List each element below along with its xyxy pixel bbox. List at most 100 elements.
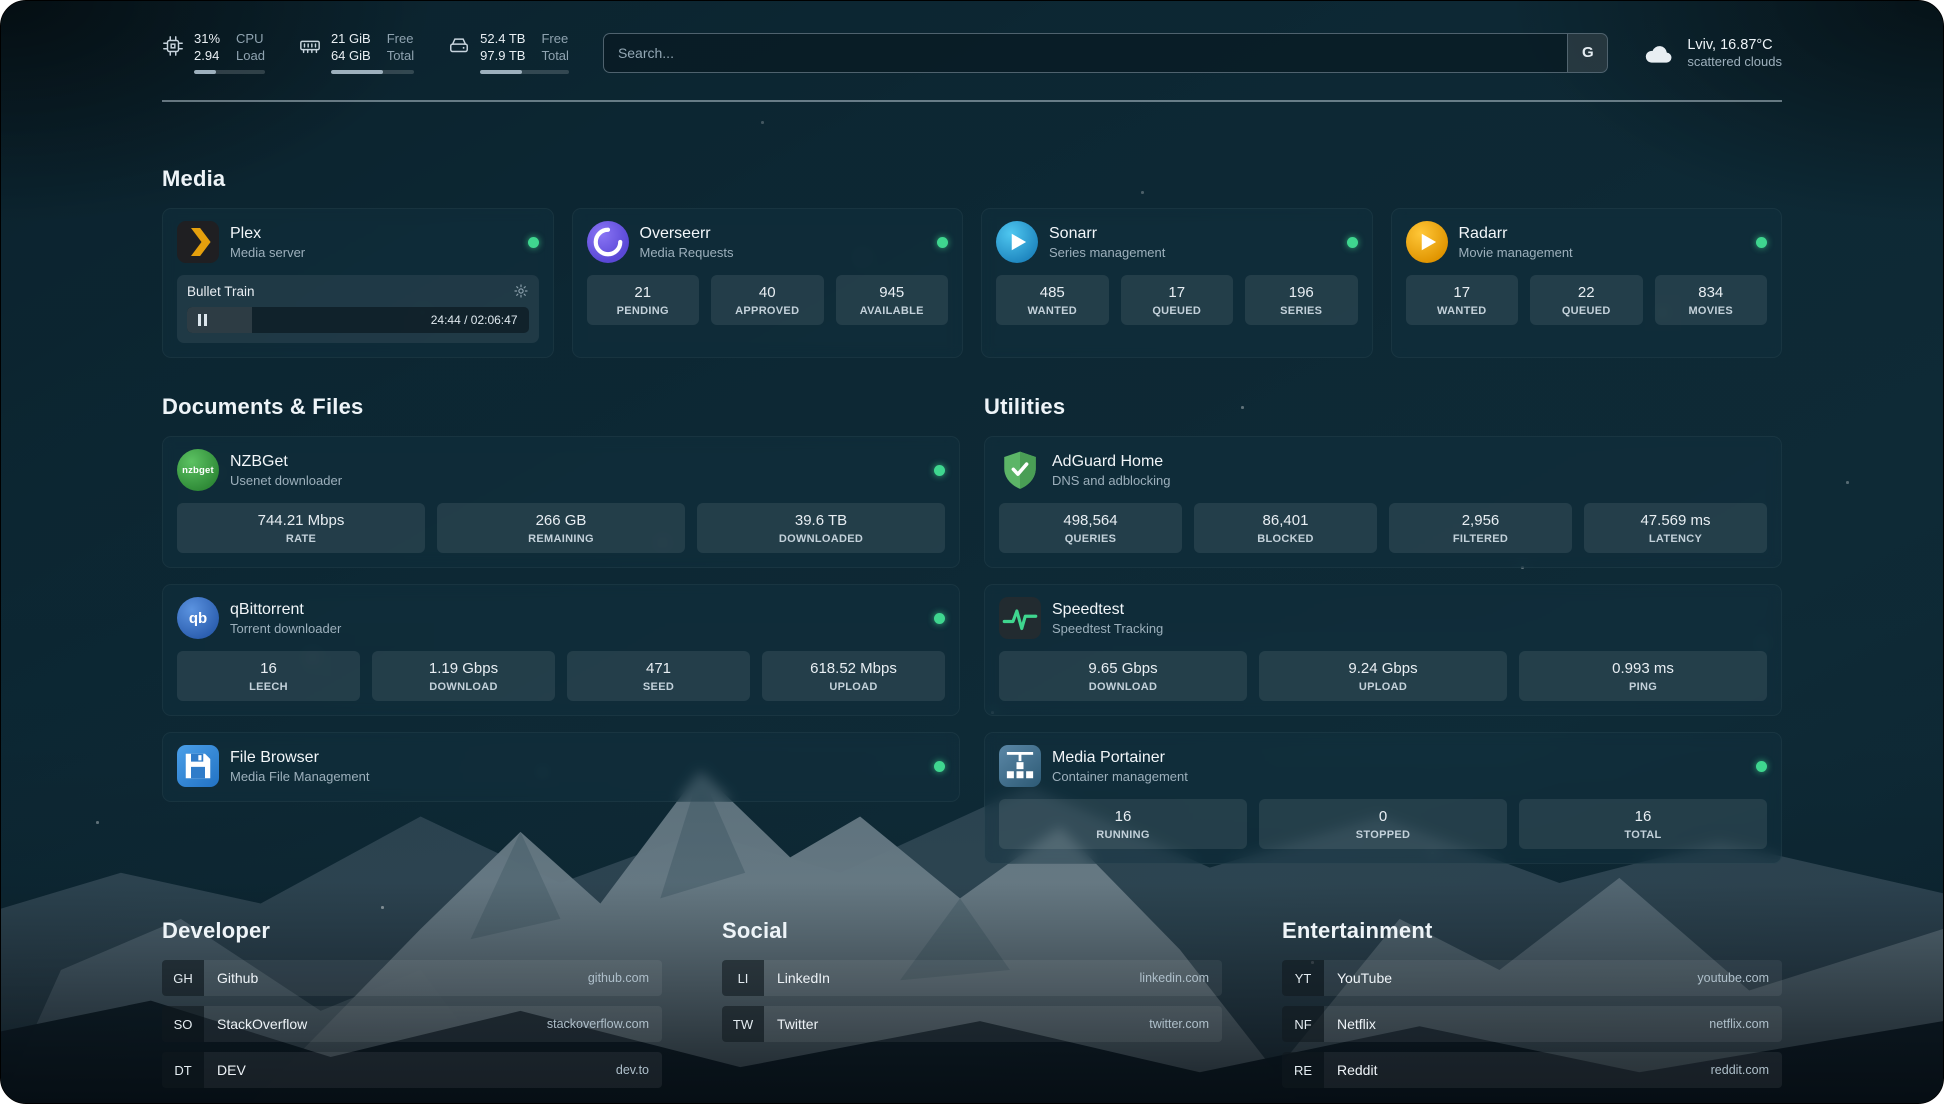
weather-location: Lviv, 16.87°C (1687, 37, 1782, 53)
service-name: Speedtest (1052, 601, 1163, 619)
stat-queries: 498,564 QUERIES (999, 503, 1182, 553)
service-card-radarr[interactable]: Radarr Movie management 17 WANTED 22 QUE… (1391, 208, 1783, 358)
stat-stopped: 0 STOPPED (1259, 799, 1507, 849)
pause-icon[interactable] (198, 314, 207, 326)
section-title-documents: Documents & Files (162, 394, 960, 420)
bookmark-abbr: NF (1282, 1006, 1324, 1042)
bookmark-group-social: Social LI LinkedIn linkedin.com TW Twitt… (722, 918, 1222, 1042)
speedtest-icon (999, 597, 1041, 639)
status-dot (934, 465, 945, 476)
radarr-icon (1406, 221, 1448, 263)
bookmark-name: Twitter (764, 1016, 831, 1032)
disk-free-value: 52.4 TB (480, 31, 525, 47)
disk-progress-fill (480, 70, 522, 74)
bookmark-netflix[interactable]: NF Netflix netflix.com (1282, 1006, 1782, 1042)
service-card-adguard[interactable]: AdGuard Home DNS and adblocking 498,564 … (984, 436, 1782, 568)
cpu-widget: 31% 2.94 CPU Load (162, 31, 265, 74)
stat-running: 16 RUNNING (999, 799, 1247, 849)
bookmark-name: Github (204, 970, 271, 986)
cpu-label: CPU (236, 31, 265, 47)
service-description: Container management (1052, 769, 1188, 784)
bookmark-dev[interactable]: DT DEV dev.to (162, 1052, 662, 1088)
service-description: Speedtest Tracking (1052, 621, 1163, 636)
disk-free-label: Free (541, 31, 568, 47)
service-card-overseerr[interactable]: Overseerr Media Requests 21 PENDING 40 A… (572, 208, 964, 358)
bookmark-url: github.com (588, 971, 662, 985)
bookmark-youtube[interactable]: YT YouTube youtube.com (1282, 960, 1782, 996)
service-name: Plex (230, 225, 305, 243)
disk-widget: 52.4 TB 97.9 TB Free Total (448, 31, 569, 74)
stat-remaining: 266 GB REMAINING (437, 503, 685, 553)
bookmark-stackoverflow[interactable]: SO StackOverflow stackoverflow.com (162, 1006, 662, 1042)
service-description: Usenet downloader (230, 473, 342, 488)
service-card-speedtest[interactable]: Speedtest Speedtest Tracking 9.65 Gbps D… (984, 584, 1782, 716)
now-playing-title: Bullet Train (187, 284, 255, 299)
stat-upload: 618.52 Mbps UPLOAD (762, 651, 945, 701)
bookmark-name: DEV (204, 1062, 259, 1078)
playback-progress-fill (187, 307, 252, 333)
cpu-load-label: Load (236, 48, 265, 64)
memory-icon (299, 35, 321, 57)
service-card-nzbget[interactable]: nzbget NZBGet Usenet downloader 744.21 M… (162, 436, 960, 568)
adguard-icon (999, 449, 1041, 491)
service-description: Media File Management (230, 769, 369, 784)
bookmark-linkedin[interactable]: LI LinkedIn linkedin.com (722, 960, 1222, 996)
stat-leech: 16 LEECH (177, 651, 360, 701)
stat-approved: 40 APPROVED (711, 275, 824, 325)
cpu-progress-bar (194, 70, 265, 74)
stat-upload: 9.24 Gbps UPLOAD (1259, 651, 1507, 701)
stat-blocked: 86,401 BLOCKED (1194, 503, 1377, 553)
stat-rate: 744.21 Mbps RATE (177, 503, 425, 553)
bookmark-reddit[interactable]: RE Reddit reddit.com (1282, 1052, 1782, 1088)
stat-download: 9.65 Gbps DOWNLOAD (999, 651, 1247, 701)
service-card-qbittorrent[interactable]: qb qBittorrent Torrent downloader 16 (162, 584, 960, 716)
bookmark-url: twitter.com (1149, 1017, 1222, 1031)
section-title-media: Media (162, 166, 1782, 192)
bookmark-abbr: YT (1282, 960, 1324, 996)
service-card-filebrowser[interactable]: File Browser Media File Management (162, 732, 960, 802)
service-description: Torrent downloader (230, 621, 341, 636)
bookmark-name: Reddit (1324, 1062, 1390, 1078)
section-title-utilities: Utilities (984, 394, 1782, 420)
stat-ping: 0.993 ms PING (1519, 651, 1767, 701)
memory-widget: 21 GiB 64 GiB Free Total (299, 31, 414, 74)
bookmark-url: dev.to (616, 1063, 662, 1077)
disk-total-value: 97.9 TB (480, 48, 525, 64)
bookmark-abbr: GH (162, 960, 204, 996)
service-card-plex[interactable]: Plex Media server Bullet Train (162, 208, 554, 358)
sonarr-icon (996, 221, 1038, 263)
bookmark-name: YouTube (1324, 970, 1405, 986)
cloud-icon (1642, 40, 1676, 66)
bookmark-group-entertainment: Entertainment YT YouTube youtube.com NF … (1282, 918, 1782, 1088)
service-card-portainer[interactable]: Media Portainer Container management 16 … (984, 732, 1782, 864)
service-description: Media Requests (640, 245, 734, 260)
search-input[interactable] (604, 34, 1567, 72)
status-dot (934, 761, 945, 772)
bookmark-name: StackOverflow (204, 1016, 320, 1032)
status-dot (937, 237, 948, 248)
memory-total-value: 64 GiB (331, 48, 371, 64)
service-name: Media Portainer (1052, 749, 1188, 767)
weather-widget: Lviv, 16.87°C scattered clouds (1642, 37, 1782, 69)
stat-filtered: 2,956 FILTERED (1389, 503, 1572, 553)
stat-available: 945 AVAILABLE (836, 275, 949, 325)
gear-icon[interactable] (513, 283, 529, 299)
bookmark-group-developer: Developer GH Github github.com SO StackO… (162, 918, 662, 1088)
service-name: NZBGet (230, 453, 342, 471)
search-bar: G (603, 33, 1608, 73)
stat-queued: 22 QUEUED (1530, 275, 1643, 325)
bookmark-twitter[interactable]: TW Twitter twitter.com (722, 1006, 1222, 1042)
section-documents-files: Documents & Files nzbget NZBGet Usenet d… (162, 394, 960, 802)
memory-total-label: Total (387, 48, 414, 64)
dashboard-window: 31% 2.94 CPU Load (0, 0, 1944, 1104)
search-provider-button[interactable]: G (1567, 34, 1607, 72)
bookmark-github[interactable]: GH Github github.com (162, 960, 662, 996)
weather-condition: scattered clouds (1687, 54, 1782, 69)
bookmark-url: stackoverflow.com (547, 1017, 662, 1031)
memory-progress-bar (331, 70, 414, 74)
playback-progress-bar[interactable]: 24:44 / 02:06:47 (187, 307, 529, 333)
bookmark-url: youtube.com (1697, 971, 1782, 985)
bookmark-abbr: DT (162, 1052, 204, 1088)
memory-progress-fill (331, 70, 383, 74)
service-card-sonarr[interactable]: Sonarr Series management 485 WANTED 17 Q… (981, 208, 1373, 358)
